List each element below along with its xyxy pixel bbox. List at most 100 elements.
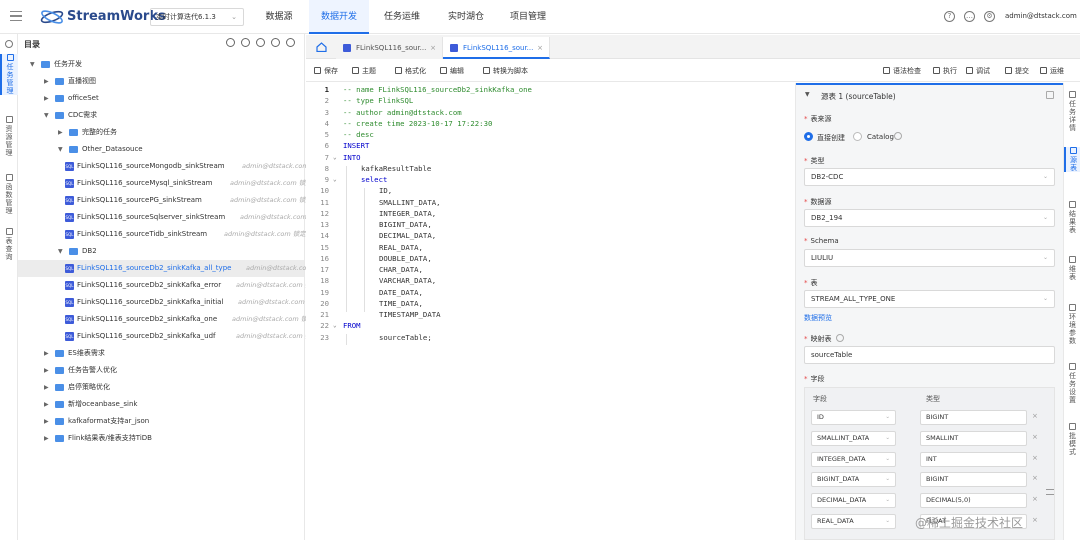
field-name-select[interactable]: BIGINT_DATA ⌄ — [811, 472, 896, 488]
remove-field-icon[interactable]: × — [1032, 474, 1038, 482]
menu-icon[interactable] — [10, 11, 22, 21]
caret-right-icon[interactable]: ▶ — [44, 379, 49, 396]
right-tab-1[interactable]: 源表 — [1064, 147, 1080, 172]
caret-down-icon[interactable]: ▼ — [44, 107, 49, 124]
remove-field-icon[interactable]: × — [1032, 412, 1038, 420]
field-name-select[interactable]: DECIMAL_DATA ⌄ — [811, 493, 896, 509]
user-name[interactable]: admin@dtstack.com — [1005, 12, 1077, 20]
format-button[interactable]: 格式化 — [395, 66, 426, 76]
sidebar-item-1[interactable]: 资源管理 — [0, 116, 18, 157]
help-icon[interactable] — [894, 132, 902, 140]
field-name-select[interactable]: SMALLINT_DATA ⌄ — [811, 430, 896, 446]
home-icon[interactable] — [316, 42, 327, 52]
sidebar-item-2[interactable]: 函数管理 — [0, 174, 18, 215]
right-tab-6[interactable]: 批模式 — [1064, 423, 1080, 456]
nav-item-1[interactable]: 数据开发 — [309, 0, 369, 34]
field-type-input[interactable]: BIGINT — [920, 410, 1027, 425]
tree-item[interactable]: ▶ 任务告警人优化 — [18, 362, 304, 379]
tree-item[interactable]: SQL FLinkSQL116_sourceSqlserver_sinkStrea… — [18, 209, 313, 226]
datasource-select[interactable]: DB2_194 ⌄ — [804, 209, 1055, 227]
field-name-select[interactable]: REAL_DATA ⌄ — [811, 514, 896, 529]
caret-down-icon[interactable]: ▼ — [58, 243, 63, 260]
field-type-input[interactable]: INT — [920, 451, 1027, 467]
field-type-input[interactable]: SMALLINT — [920, 430, 1027, 446]
help-icon[interactable]: ? — [944, 11, 955, 22]
tree-item[interactable]: SQL FLinkSQL116_sourceDb2_sinkKafka_udf ad… — [18, 328, 318, 345]
code-editor[interactable]: 1 -- name FLinkSQL116_sourceDb2_sinkKafka… — [306, 83, 794, 540]
tree-item[interactable]: SQL FLinkSQL116_sourcePG_sinkStream admin@… — [18, 192, 325, 209]
collapse-icon[interactable]: ▼ — [805, 91, 810, 98]
debug-button[interactable]: 调试 — [966, 66, 990, 76]
table-select[interactable]: STREAM_ALL_TYPE_ONE ⌄ — [804, 290, 1055, 308]
caret-down-icon[interactable]: ▼ — [58, 141, 63, 158]
add-icon[interactable] — [286, 38, 295, 47]
fold-icon[interactable]: ⌄ — [333, 174, 337, 185]
caret-right-icon[interactable]: ▶ — [44, 430, 49, 447]
close-icon[interactable]: × — [430, 37, 436, 59]
nav-item-3[interactable]: 实时湖仓 — [438, 0, 494, 34]
field-name-select[interactable]: ID ⌄ — [811, 410, 896, 425]
tree-item[interactable]: ▶ kafkaformat支持ar_json — [18, 413, 304, 430]
remove-field-icon[interactable]: × — [1032, 433, 1038, 441]
close-icon[interactable]: × — [537, 37, 543, 59]
caret-right-icon[interactable]: ▶ — [44, 413, 49, 430]
tree-item[interactable]: ▶ 新增oceanbase_sink — [18, 396, 304, 413]
nav-item-2[interactable]: 任务运维 — [375, 0, 429, 34]
nav-item-0[interactable]: 数据源 — [258, 0, 300, 34]
fold-icon[interactable]: ⌄ — [333, 152, 337, 163]
remove-field-icon[interactable]: × — [1032, 454, 1038, 462]
tree-item[interactable]: ▶ 启停策略优化 — [18, 379, 304, 396]
settings-icon[interactable]: ⚙ — [984, 11, 995, 22]
mapping-input[interactable]: sourceTable — [804, 346, 1055, 364]
tree-item[interactable]: ▼ 任务开发 — [18, 56, 304, 73]
field-type-input[interactable]: BIGINT — [920, 472, 1027, 488]
caret-right-icon[interactable]: ▶ — [58, 124, 63, 141]
tree-item[interactable]: SQL FLinkSQL116_sourceDb2_sinkKafka_one ad… — [18, 311, 314, 328]
caret-right-icon[interactable]: ▶ — [44, 396, 49, 413]
right-tab-0[interactable]: 任务详情 — [1064, 91, 1080, 132]
run-button[interactable]: 执行 — [933, 66, 957, 76]
caret-right-icon[interactable]: ▶ — [44, 73, 49, 90]
fold-icon[interactable]: ⌄ — [333, 320, 337, 331]
send-icon[interactable] — [271, 38, 280, 47]
file-tab-0[interactable]: FLinkSQL116_sour... × — [336, 37, 443, 59]
caret-right-icon[interactable]: ▶ — [44, 362, 49, 379]
tree-item[interactable]: SQL FLinkSQL116_sourceDb2_sinkKafka_initi… — [18, 294, 320, 311]
tree-item[interactable]: ▼ DB2 — [18, 243, 304, 260]
delete-icon[interactable] — [1046, 91, 1054, 99]
radio-catalog[interactable] — [853, 132, 862, 141]
search-icon[interactable] — [5, 40, 13, 48]
sidebar-item-0[interactable]: 任务管理 — [0, 54, 18, 95]
tree-item[interactable]: ▼ CDC需求 — [18, 107, 304, 124]
remove-field-icon[interactable]: × — [1032, 516, 1038, 524]
tree-item[interactable]: ▼ Other_Datasouce — [18, 141, 304, 158]
ops-button[interactable]: 运维 — [1040, 66, 1064, 76]
chat-icon[interactable]: … — [964, 11, 975, 22]
tree-item[interactable]: ▶ 直播视图 — [18, 73, 304, 90]
refresh-icon[interactable] — [241, 38, 250, 47]
right-tab-3[interactable]: 维表 — [1064, 256, 1080, 281]
remove-field-icon[interactable]: × — [1032, 495, 1038, 503]
radio-direct[interactable] — [804, 132, 813, 141]
syntax-check-button[interactable]: 语法检查 — [883, 66, 921, 76]
location-icon[interactable] — [226, 38, 235, 47]
file-tab-1[interactable]: FLinkSQL116_sour... × — [443, 37, 550, 59]
field-type-input[interactable]: DECIMAL(5,0) — [920, 493, 1027, 509]
tree-item[interactable]: SQL FLinkSQL116_sourceMysql_sinkStream adm… — [18, 175, 318, 192]
caret-right-icon[interactable]: ▶ — [44, 345, 49, 362]
tree-item[interactable]: SQL FLinkSQL116_sourceMongodb_sinkStream a… — [18, 158, 315, 175]
schema-select[interactable]: LIULIU ⌄ — [804, 249, 1055, 267]
right-tab-4[interactable]: 环境参数 — [1064, 304, 1080, 345]
theme-button[interactable]: 主题 — [352, 66, 376, 76]
panel-header[interactable]: ▼ 源表 1 (sourceTable) — [796, 83, 1064, 105]
tree-item[interactable]: ▶ officeSet — [18, 90, 304, 107]
right-tab-2[interactable]: 结果表 — [1064, 201, 1080, 234]
data-preview-link[interactable]: 数据预览 — [804, 313, 832, 323]
tree-item[interactable]: SQL FLinkSQL116_sourceTidb_sinkStream admi… — [18, 226, 319, 243]
type-select[interactable]: DB2-CDC ⌄ — [804, 168, 1055, 186]
sidebar-item-3[interactable]: 表查询 — [0, 228, 18, 261]
caret-down-icon[interactable]: ▼ — [30, 56, 35, 73]
version-select[interactable]: 实时计算迭代6.1.3 ⌄ — [150, 8, 244, 26]
tree-item[interactable]: SQL FLinkSQL116_sourceDb2_sinkKafka_error… — [18, 277, 318, 294]
edit-button[interactable]: 编辑 — [440, 66, 464, 76]
